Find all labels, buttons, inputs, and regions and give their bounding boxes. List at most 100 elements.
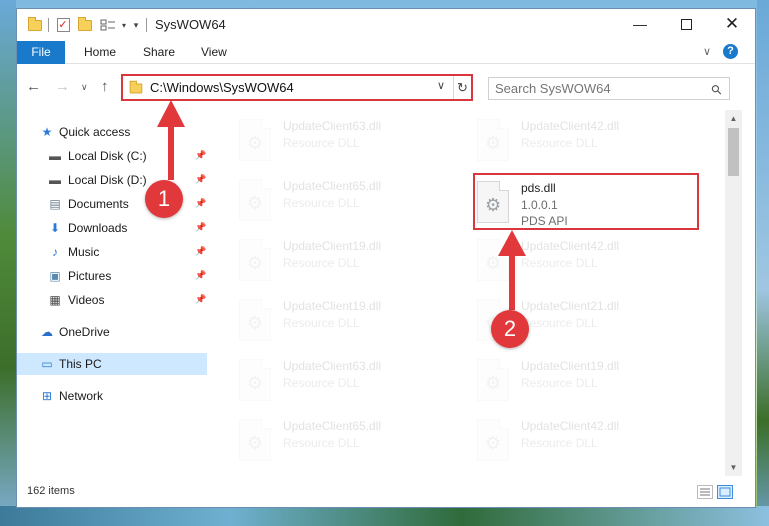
- desktop-background-bottom: [0, 506, 769, 526]
- dll-file-icon: ⚙: [477, 181, 509, 223]
- computer-icon: ▭: [41, 357, 53, 371]
- folder-icon: [129, 80, 143, 94]
- file-description: Resource DLL: [521, 316, 598, 330]
- desktop-background-right: [757, 0, 769, 526]
- file-name: UpdateClient63.dll: [283, 359, 382, 373]
- file-tile[interactable]: ⚙ pds.dll 1.0.0.1 PDS API: [473, 177, 693, 229]
- gear-icon: ⚙: [247, 253, 264, 273]
- sidebar-item-quick-access[interactable]: ★ Quick access: [17, 121, 207, 143]
- file-name: UpdateClient19.dll: [521, 359, 620, 373]
- sidebar-item-local-disk-c[interactable]: ▬ Local Disk (C:) 📌: [17, 145, 207, 167]
- sidebar-item-label: Documents: [68, 197, 129, 211]
- sidebar-item-label: Local Disk (C:): [68, 149, 147, 163]
- separator: [145, 17, 148, 33]
- file-description: Resource DLL: [521, 136, 598, 150]
- search-icon[interactable]: ⚲: [708, 81, 726, 99]
- refresh-icon[interactable]: ↻: [453, 76, 471, 99]
- pin-icon: 📌: [195, 222, 207, 232]
- close-icon: ✕: [724, 14, 740, 33]
- sidebar-item-label: OneDrive: [59, 325, 110, 339]
- view-options-icon[interactable]: [99, 17, 117, 33]
- pin-icon: 📌: [195, 246, 207, 256]
- sidebar-item-label: Network: [59, 389, 104, 403]
- sidebar-item-onedrive[interactable]: ☁ OneDrive: [17, 321, 207, 343]
- sidebar-item-downloads[interactable]: ⬇ Downloads 📌: [17, 217, 207, 239]
- file-description: Resource DLL: [521, 256, 598, 270]
- file-name: UpdateClient21.dll: [521, 299, 620, 313]
- file-tile[interactable]: ⚙ UpdateClient65.dll Resource DLL: [235, 175, 455, 227]
- search-box[interactable]: ⚲: [488, 77, 730, 100]
- gear-icon: ⚙: [485, 195, 502, 215]
- address-path[interactable]: C:\Windows\SysWOW64: [150, 80, 294, 95]
- dll-file-icon: ⚙: [239, 419, 271, 461]
- navigation-pane: ★ Quick access ▬ Local Disk (C:) 📌 ▬ Local Dis…: [17, 110, 207, 476]
- tab-file[interactable]: File: [17, 41, 65, 64]
- pin-icon: 📌: [195, 198, 207, 208]
- expand-ribbon-chevron-icon[interactable]: ∨: [703, 45, 711, 58]
- step-2-badge: 2: [491, 310, 529, 348]
- tab-home[interactable]: Home: [84, 41, 116, 64]
- file-tile[interactable]: ⚙ UpdateClient19.dll Resource DLL: [473, 355, 693, 407]
- details-view-icon[interactable]: [697, 485, 713, 499]
- scrollbar-thumb[interactable]: [728, 128, 739, 176]
- gear-icon: ⚙: [247, 313, 264, 333]
- file-tile[interactable]: ⚙ UpdateClient19.dll Resource DLL: [235, 295, 455, 347]
- vertical-scrollbar[interactable]: ▲ ▼: [725, 110, 742, 476]
- file-name: UpdateClient65.dll: [283, 419, 382, 433]
- sidebar-item-music[interactable]: ♪ Music 📌: [17, 241, 207, 263]
- file-name: pds.dll: [521, 181, 556, 195]
- file-tile[interactable]: ⚙ UpdateClient63.dll Resource DLL: [235, 115, 455, 167]
- sidebar-item-pictures[interactable]: ▣ Pictures 📌: [17, 265, 207, 287]
- maximize-icon: [680, 18, 692, 30]
- drive-icon: ▬: [49, 173, 61, 187]
- help-icon[interactable]: ?: [723, 44, 738, 59]
- sidebar-item-label: Pictures: [68, 269, 112, 283]
- file-name: UpdateClient19.dll: [283, 239, 382, 253]
- file-name: UpdateClient63.dll: [283, 119, 382, 133]
- window-title: SysWOW64: [155, 17, 226, 32]
- gear-icon: ⚙: [485, 133, 502, 153]
- file-tile[interactable]: ⚙ UpdateClient42.dll Resource DLL: [473, 115, 693, 167]
- file-tile[interactable]: ⚙ UpdateClient42.dll Resource DLL: [473, 235, 693, 287]
- sidebar-item-label: Quick access: [59, 125, 131, 139]
- address-dropdown-chevron-icon[interactable]: ∨: [437, 79, 445, 92]
- quick-access-toolbar-chevron-icon[interactable]: ▾: [131, 17, 141, 33]
- gear-icon: ⚙: [247, 433, 264, 453]
- new-folder-icon[interactable]: [77, 16, 93, 33]
- sidebar-item-label: Music: [68, 245, 100, 259]
- network-icon: ⊞: [41, 389, 53, 403]
- sidebar-item-network[interactable]: ⊞ Network: [17, 385, 207, 407]
- dll-file-icon: ⚙: [239, 359, 271, 401]
- gear-icon: ⚙: [247, 193, 264, 213]
- file-tile[interactable]: ⚙ UpdateClient65.dll Resource DLL: [235, 415, 455, 467]
- scroll-up-arrow-icon[interactable]: ▲: [725, 110, 742, 127]
- tab-share[interactable]: Share: [143, 41, 175, 64]
- close-button[interactable]: ✕: [709, 9, 755, 39]
- customize-toolbar-dropdown-icon[interactable]: ▾: [119, 17, 129, 33]
- file-tile[interactable]: ⚙ UpdateClient19.dll Resource DLL: [235, 235, 455, 287]
- gear-icon: ⚙: [485, 253, 502, 273]
- search-input[interactable]: [495, 81, 695, 96]
- file-description: Resource DLL: [283, 376, 360, 390]
- tab-view[interactable]: View: [201, 41, 227, 64]
- folder-icon: [27, 16, 43, 33]
- download-icon: ⬇: [49, 221, 61, 235]
- file-description: Resource DLL: [283, 256, 360, 270]
- properties-check-icon[interactable]: ✓: [55, 17, 71, 33]
- large-icons-view-icon[interactable]: [717, 485, 733, 499]
- file-tile[interactable]: ⚙ UpdateClient42.dll Resource DLL: [473, 415, 693, 467]
- maximize-button[interactable]: [663, 9, 709, 39]
- drive-icon: ▬: [49, 149, 61, 163]
- file-tile[interactable]: ⚙ UpdateClient63.dll Resource DLL: [235, 355, 455, 407]
- up-arrow-icon[interactable]: ↑: [101, 78, 109, 95]
- minimize-button[interactable]: —: [617, 9, 663, 39]
- file-version: 1.0.0.1: [521, 198, 558, 212]
- address-bar[interactable]: C:\Windows\SysWOW64 ∨ ↻: [121, 74, 473, 101]
- sidebar-item-this-pc[interactable]: ▭ This PC: [17, 353, 207, 375]
- back-arrow-icon[interactable]: ←: [26, 78, 41, 95]
- forward-arrow-icon[interactable]: →: [55, 78, 70, 95]
- recent-locations-chevron-icon[interactable]: ∨: [81, 82, 88, 93]
- scroll-down-arrow-icon[interactable]: ▼: [725, 459, 742, 476]
- sidebar-item-videos[interactable]: ▦ Videos 📌: [17, 289, 207, 311]
- music-icon: ♪: [52, 245, 58, 259]
